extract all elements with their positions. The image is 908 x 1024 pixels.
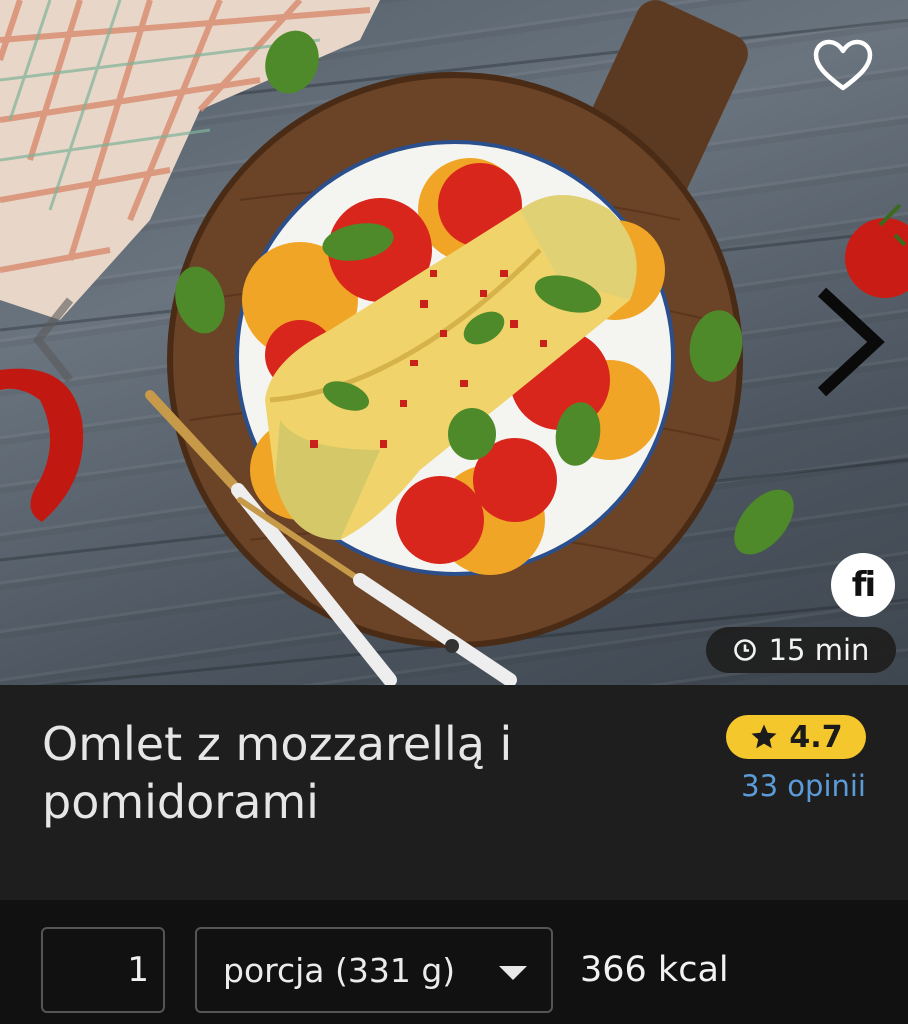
recipe-screen: fi 15 min Omlet z mozzarellą i pomidoram… [0, 0, 908, 1024]
reviews-link[interactable]: 33 opinii [700, 769, 866, 803]
calories-value: 366 kcal [580, 950, 729, 990]
portion-bar: porcja (331 g) 366 kcal [0, 900, 908, 1024]
favorite-button[interactable] [812, 38, 874, 94]
star-icon [751, 724, 777, 749]
omelette-photo [0, 0, 908, 685]
quantity-input[interactable] [41, 927, 165, 1013]
brand-logo: fi [831, 553, 895, 617]
caret-down-icon [499, 966, 527, 980]
recipe-title: Omlet z mozzarellą i pomidorami [42, 717, 513, 829]
rating-badge: 4.7 [726, 715, 866, 759]
clock-icon [733, 639, 756, 661]
heart-outline-icon [813, 39, 873, 91]
previous-image-button[interactable] [20, 290, 90, 390]
chevron-left-icon [32, 297, 74, 383]
recipe-hero-image: fi 15 min [0, 0, 908, 685]
portion-unit-value: porcja (331 g) [223, 950, 456, 990]
portion-unit-select[interactable]: porcja (331 g) [195, 927, 553, 1013]
rating-value: 4.7 [789, 719, 843, 755]
chevron-right-icon [817, 287, 885, 397]
cook-time-text: 15 min [768, 633, 870, 667]
brand-logo-text: fi [851, 565, 876, 605]
recipe-title-panel: Omlet z mozzarellą i pomidorami 4.7 33 o… [0, 685, 908, 900]
cook-time-badge: 15 min [706, 627, 896, 673]
next-image-button[interactable] [800, 280, 896, 404]
